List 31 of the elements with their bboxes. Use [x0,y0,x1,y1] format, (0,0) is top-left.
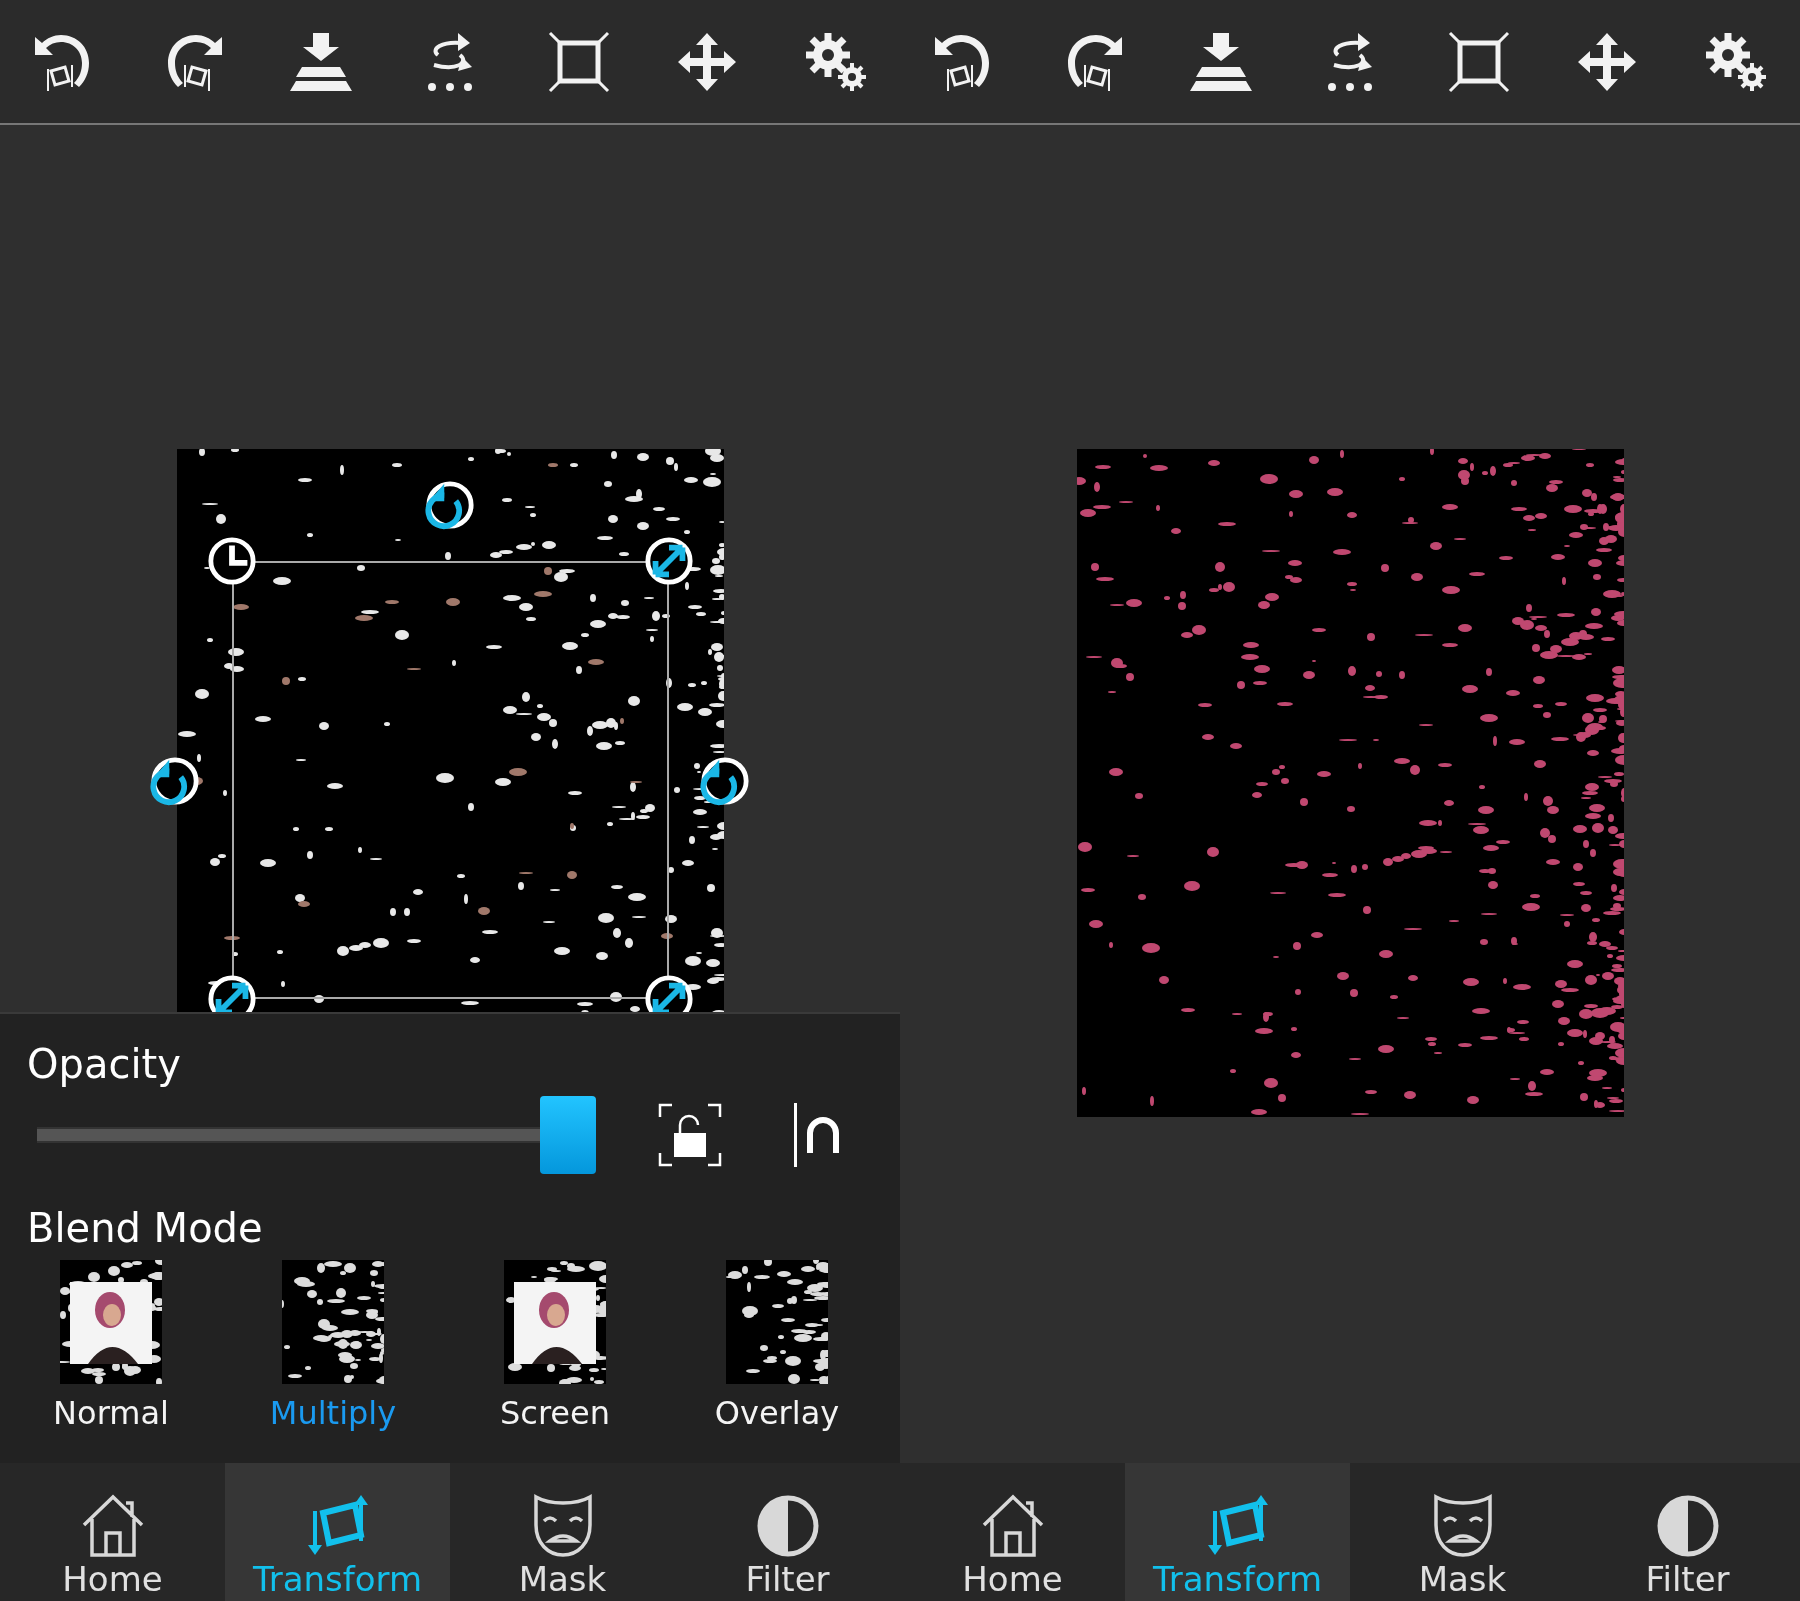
resize-handle[interactable] [643,974,694,1012]
blend-mode-label: Blend Mode [27,1204,263,1252]
blend-mode-option[interactable]: Normal [53,1260,169,1432]
nav-tab[interactable]: Filter [675,1463,900,1601]
nav-tab[interactable]: Transform [225,1463,450,1601]
blend-mode-option[interactable]: Overlay [714,1260,840,1432]
nav-tab[interactable]: Filter [1575,1463,1800,1601]
nav-tab[interactable]: Mask [450,1463,675,1601]
move-icon[interactable] [1578,32,1637,91]
merge-down-icon[interactable] [1190,30,1253,93]
nav-tab[interactable]: Home [900,1463,1125,1601]
opacity-label: Opacity [27,1040,181,1088]
move-icon[interactable] [678,32,737,91]
slider-thumb[interactable] [540,1096,596,1174]
settings-icon[interactable] [803,30,868,93]
settings-icon[interactable] [1703,30,1768,93]
nav-tab[interactable]: Transform [1125,1463,1350,1601]
unlock-icon[interactable] [658,1103,722,1167]
nav-tab[interactable]: Mask [1350,1463,1575,1601]
fit-frame-icon[interactable] [547,30,610,93]
blend-mode-option[interactable]: Multiply [269,1260,397,1432]
pivot-handle[interactable] [206,536,257,586]
rotate-handle[interactable] [149,756,200,806]
fit-frame-icon[interactable] [1447,30,1510,93]
resize-handle[interactable] [206,974,257,1012]
rotate-handle[interactable] [699,756,750,806]
blend-mode-option[interactable]: Screen [500,1260,610,1432]
nav-tab[interactable]: Home [0,1463,225,1601]
merge-down-icon[interactable] [290,30,353,93]
resize-handle[interactable] [643,536,694,586]
rotate-handle[interactable] [424,480,475,530]
